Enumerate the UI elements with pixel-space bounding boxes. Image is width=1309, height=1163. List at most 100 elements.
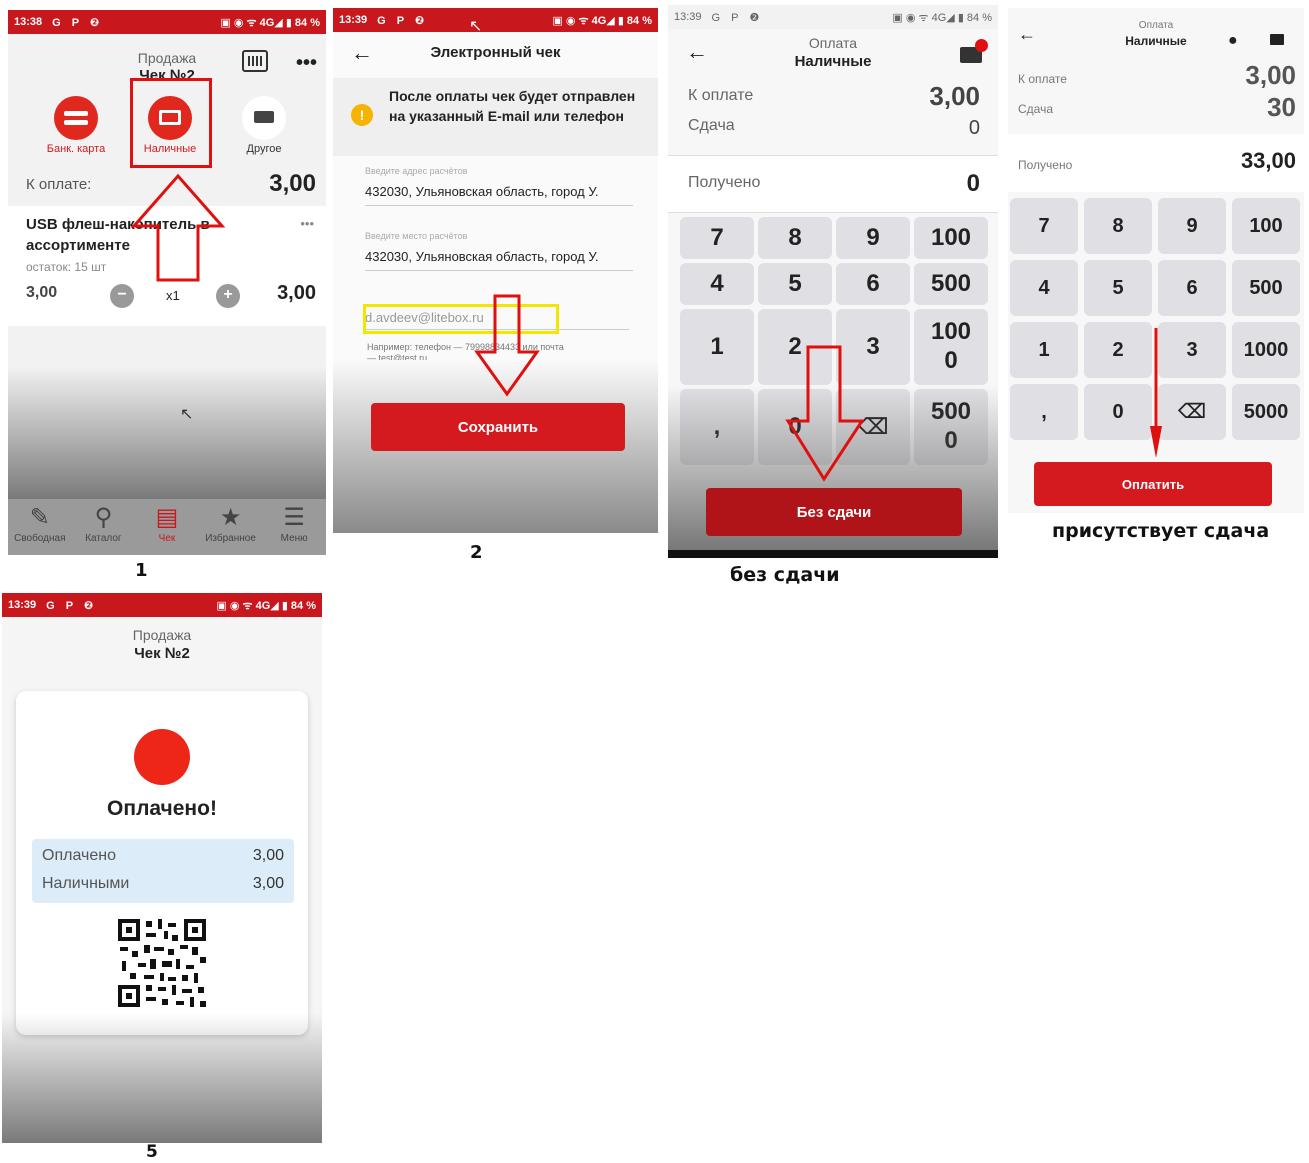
pay-button[interactable]: Оплатить (1034, 462, 1272, 506)
receipt-number: Чек №2 (134, 645, 190, 662)
bottom-tab-bar: ✎ Свободная ⚲ Каталог ▤ Чек ★ Избранное ☰ Мен… (8, 499, 326, 555)
status-bar: 13:39 G P ❷ ▣ ◉ ᯤ 4G◢ ▮ 84 % (668, 5, 998, 29)
page-title: Электронный чек (430, 44, 561, 61)
paid-title: Оплачено! (107, 797, 217, 820)
caption-5: 5 (146, 1142, 158, 1162)
key-500[interactable]: 500 (1232, 260, 1300, 316)
status-bar: 13:39 G P ❷ ▣ ◉ ᯤ 4G◢ ▮ 84 % (333, 8, 658, 32)
change-value: 30 (1267, 92, 1296, 122)
key-5[interactable]: 5 (758, 263, 832, 305)
page-title: Оплата (808, 35, 858, 51)
key-7[interactable]: 7 (1010, 198, 1078, 254)
cash-label: Наличными (42, 875, 130, 892)
status-app-icons: G P ❷ (711, 11, 764, 24)
bank-card-label[interactable]: Банк. карта (31, 143, 121, 155)
key-1[interactable]: 1 (680, 309, 754, 385)
status-time: 13:39 (674, 11, 702, 23)
screen-2: 13:39 G P ❷ ▣ ◉ ᯤ 4G◢ ▮ 84 % ← Электронн… (333, 8, 658, 533)
other-payment-label[interactable]: Другое (219, 143, 309, 155)
place-field-label: Введите место расчётов (365, 231, 468, 241)
received-row: Получено 0 (668, 155, 998, 213)
key-2[interactable]: 2 (1084, 322, 1152, 378)
cash-value: 3,00 (252, 875, 284, 892)
warning-icon: ! (351, 104, 373, 126)
page-title: Продажа (137, 50, 197, 66)
customer-icon[interactable]: ● (1228, 32, 1238, 50)
change-label: Сдача (1018, 102, 1054, 116)
tab-catalog[interactable]: ⚲ Каталог (72, 499, 136, 555)
email-icon[interactable] (1270, 34, 1284, 45)
key-9[interactable]: 9 (836, 217, 910, 259)
bottom-bar (668, 550, 998, 558)
key-100[interactable]: 100 (914, 217, 988, 259)
status-system-icons: ▣ ◉ ᯤ 4G◢ ▮ 84 % (220, 16, 320, 29)
address-field-value: 432030, Ульяновская область, город У. (365, 184, 599, 199)
key-1000[interactable]: 1000 (1232, 322, 1300, 378)
cash-icon[interactable] (148, 96, 192, 140)
key-9[interactable]: 9 (1158, 198, 1226, 254)
mouse-cursor-icon: ↖ (180, 406, 194, 423)
key-1000[interactable]: 1000 (914, 309, 988, 385)
status-app-icons: G P ❷ (377, 14, 429, 27)
item-more-icon[interactable]: ••• (300, 216, 314, 231)
to-pay-label: К оплате (688, 87, 754, 104)
caption-1: 1 (135, 560, 148, 581)
tab-favorites[interactable]: ★ Избранное (199, 499, 263, 555)
bank-card-icon[interactable] (54, 96, 98, 140)
address-field[interactable]: Введите адрес расчётов 432030, Ульяновск… (365, 166, 633, 206)
status-system-icons: ▣ ◉ ᯤ 4G◢ ▮ 84 % (216, 599, 316, 612)
payment-summary: Оплачено 3,00 Наличными 3,00 (32, 839, 294, 903)
received-value: 0 (966, 170, 980, 197)
key-7[interactable]: 7 (680, 217, 754, 259)
more-menu-icon[interactable]: ••• (296, 52, 317, 75)
key-500[interactable]: 500 (914, 263, 988, 305)
success-icon (134, 729, 190, 785)
other-payment-icon[interactable] (242, 96, 286, 140)
key-100[interactable]: 100 (1232, 198, 1300, 254)
increase-qty-icon[interactable]: + (216, 284, 240, 308)
received-row: Получено 33,00 (1008, 134, 1304, 192)
status-time: 13:38 (14, 16, 43, 28)
annotation-arrow-down (1150, 328, 1162, 458)
change-value: 0 (968, 117, 980, 139)
backspace-icon[interactable]: ⌫ (1158, 384, 1226, 440)
dim-overlay (8, 366, 326, 499)
tab-free[interactable]: ✎ Свободная (8, 499, 72, 555)
paid-value: 3,00 (252, 847, 284, 864)
place-field[interactable]: Введите место расчётов 432030, Ульяновск… (365, 231, 633, 271)
key-5[interactable]: 5 (1084, 260, 1152, 316)
key-comma[interactable]: , (1010, 384, 1078, 440)
barcode-scan-icon[interactable] (242, 50, 268, 72)
key-6[interactable]: 6 (836, 263, 910, 305)
page-title: Оплата (1138, 20, 1174, 31)
tab-menu[interactable]: ☰ Меню (262, 499, 326, 555)
mouse-cursor-icon: ↖ (469, 18, 483, 35)
key-1[interactable]: 1 (1010, 322, 1078, 378)
status-time: 13:39 (8, 599, 37, 611)
key-6[interactable]: 6 (1158, 260, 1226, 316)
search-icon: ⚲ (94, 504, 113, 531)
caption-4: присутствует сдача (1052, 520, 1270, 542)
status-system-icons: ▣ ◉ ᯤ 4G◢ ▮ 84 % (892, 11, 992, 24)
key-4[interactable]: 4 (1010, 260, 1078, 316)
no-change-button[interactable]: Без сдачи (706, 488, 962, 536)
save-button[interactable]: Сохранить (371, 403, 625, 451)
key-8[interactable]: 8 (758, 217, 832, 259)
key-3[interactable]: 3 (1158, 322, 1226, 378)
paid-label: Оплачено (42, 847, 116, 864)
payment-success-card: Оплачено! Оплачено 3,00 Наличными 3,00 (16, 691, 308, 1035)
key-5000[interactable]: 5000 (1232, 384, 1300, 440)
tab-receipt[interactable]: ▤ Чек (135, 499, 199, 555)
key-8[interactable]: 8 (1084, 198, 1152, 254)
receipt-qr-code (116, 917, 208, 1009)
screen-3: 13:39 G P ❷ ▣ ◉ ᯤ 4G◢ ▮ 84 % ← Оплата На… (668, 5, 998, 558)
decrease-qty-icon[interactable]: − (110, 284, 134, 308)
caption-3: без сдачи (730, 564, 840, 586)
address-field-label: Введите адрес расчётов (365, 166, 468, 176)
key-4[interactable]: 4 (680, 263, 754, 305)
key-0[interactable]: 0 (1084, 384, 1152, 440)
status-app-icons: G P ❷ (52, 16, 104, 29)
item-quantity: x1 (166, 288, 180, 303)
email-receipt-icon[interactable] (960, 39, 988, 63)
cash-label[interactable]: Наличные (125, 143, 215, 155)
